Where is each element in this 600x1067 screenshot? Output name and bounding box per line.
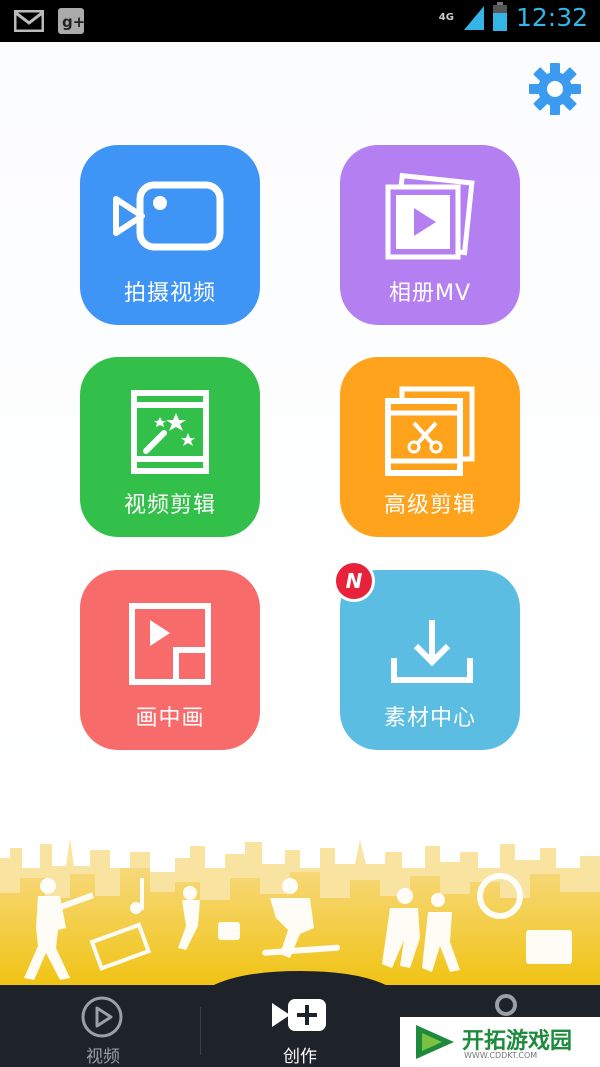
magic-film-icon (131, 390, 209, 474)
download-icon (391, 620, 473, 683)
tile-label: 高级剪辑 (383, 493, 476, 518)
network-type: 4G (438, 11, 454, 23)
tile-label: 相册MV (388, 281, 472, 306)
tile-picture-in-picture[interactable]: 画中画 (80, 570, 260, 750)
tile-advanced-edit[interactable]: 高级剪辑 (340, 357, 520, 537)
tile-label: 拍摄视频 (123, 281, 216, 306)
create-plus-icon (272, 999, 326, 1031)
picture-in-picture-icon (129, 603, 211, 685)
tile-album-mv[interactable]: 相册MV (340, 145, 520, 325)
new-badge: N (333, 560, 375, 602)
signal-icon (463, 6, 484, 30)
status-time: 12:32 (515, 2, 588, 32)
status-bar: g+ 4G 12:32 (0, 0, 600, 42)
watermark-url: WWW.CDDKT.COM (464, 1051, 538, 1060)
play-circle-icon (81, 996, 123, 1038)
gear-icon[interactable] (528, 62, 582, 116)
city-banner (0, 838, 600, 988)
watermark-logo-icon (416, 1025, 454, 1059)
svg-text:g+: g+ (62, 13, 84, 31)
nav-create[interactable]: 创作 (200, 985, 400, 1067)
battery-icon (492, 2, 507, 31)
profile-icon (495, 994, 517, 1016)
nav-create-label: 创作 (283, 1047, 317, 1067)
google-plus-icon: g+ (58, 8, 84, 34)
watermark: 开拓游戏园 WWW.CDDKT.COM (400, 1017, 600, 1067)
nav-video-label: 视频 (86, 1047, 120, 1067)
tile-shoot-video[interactable]: 拍摄视频 (80, 145, 260, 325)
tile-label: 画中画 (135, 706, 205, 731)
scissors-film-icon (385, 386, 475, 476)
photo-album-play-icon (385, 172, 475, 260)
tile-label: 视频剪辑 (123, 493, 216, 518)
nav-video[interactable]: 视频 (0, 985, 200, 1067)
tile-video-edit[interactable]: 视频剪辑 (80, 357, 260, 537)
tile-label: 素材中心 (383, 706, 476, 731)
video-camera-icon (113, 181, 224, 251)
gmail-icon (14, 10, 44, 32)
